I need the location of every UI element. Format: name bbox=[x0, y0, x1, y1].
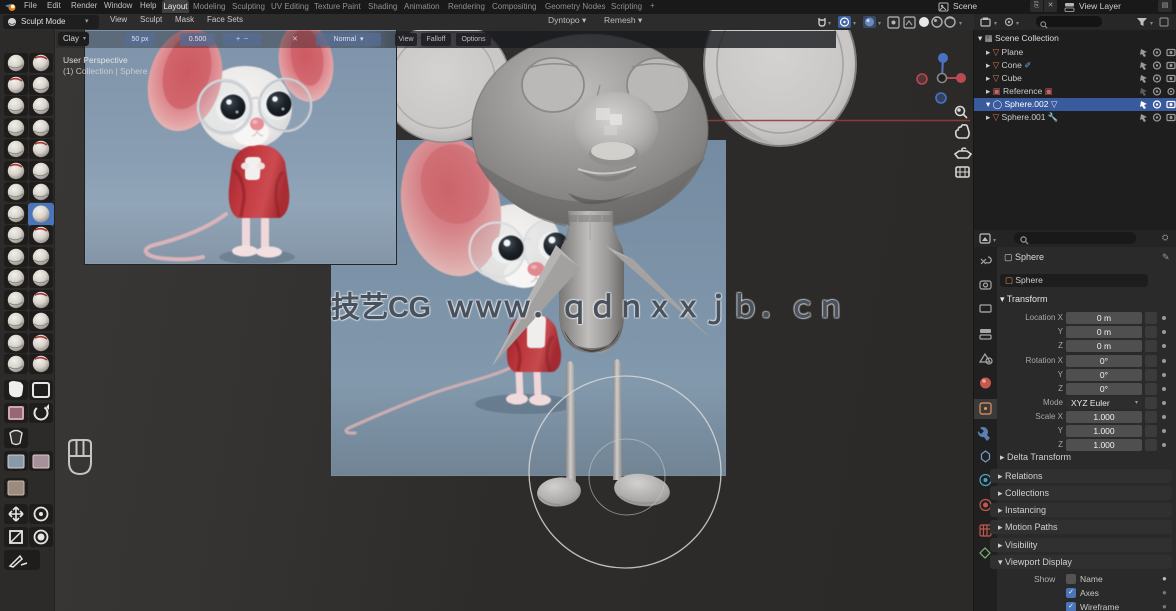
svg-text:▾: ▾ bbox=[878, 21, 881, 27]
svg-text:▾: ▾ bbox=[853, 21, 856, 27]
svg-text:▾: ▾ bbox=[993, 238, 996, 244]
svg-text:▾: ▾ bbox=[1016, 21, 1019, 27]
svg-text:▾: ▾ bbox=[1150, 21, 1153, 27]
svg-text:▾: ▾ bbox=[994, 21, 997, 27]
svg-text:▾: ▾ bbox=[959, 21, 962, 27]
svg-text:▾: ▾ bbox=[828, 21, 831, 27]
